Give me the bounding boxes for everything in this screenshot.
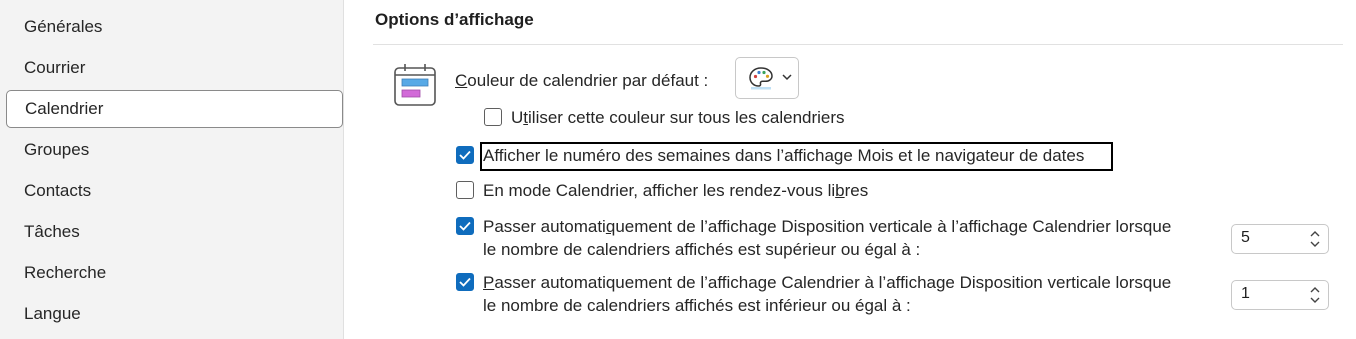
switch-to-vertical-label-line2: le nombre de calendriers affichés est in…: [483, 296, 911, 315]
sidebar-item-contacts[interactable]: Contacts: [6, 172, 343, 210]
palette-icon: [749, 67, 773, 90]
switch-to-vertical-label-line1: Passer automatiquement de l’affichage Ca…: [483, 273, 1172, 292]
sidebar-item-generales[interactable]: Générales: [6, 8, 343, 46]
sidebar-item-label: Recherche: [24, 263, 107, 282]
calendar-color-dropdown[interactable]: [735, 57, 799, 99]
switch-to-vertical-checkbox[interactable]: [456, 273, 474, 291]
sidebar-item-label: Générales: [24, 17, 103, 36]
show-free-appointments-checkbox[interactable]: [456, 181, 474, 199]
switch-to-vertical-spinner[interactable]: 1: [1231, 280, 1329, 310]
sidebar-item-label: Courrier: [24, 58, 86, 77]
section-divider: [373, 44, 1343, 45]
use-color-all-label: Utiliser cette couleur sur tous les cale…: [511, 108, 845, 127]
options-sidebar: Générales Courrier Calendrier Groupes Co…: [0, 0, 344, 339]
spinner-arrows-icon[interactable]: [1308, 284, 1322, 306]
spinner-value: 5: [1241, 229, 1250, 246]
calendar-icon: [394, 64, 436, 106]
switch-to-calendar-label-line2: le nombre de calendriers affichés est su…: [483, 240, 921, 259]
chevron-down-icon: [782, 74, 792, 81]
checkmark-icon: [459, 277, 471, 287]
sidebar-item-label: Calendrier: [25, 99, 104, 118]
sidebar-item-label: Langue: [24, 304, 81, 323]
sidebar-item-langue[interactable]: Langue: [6, 295, 343, 333]
section-title: Options d’affichage: [375, 10, 534, 29]
sidebar-item-taches[interactable]: Tâches: [6, 213, 343, 251]
switch-to-calendar-label-line1: Passer automatiquement de l’affichage Di…: [483, 217, 1172, 236]
spinner-arrows-icon[interactable]: [1308, 228, 1322, 250]
show-week-numbers-checkbox[interactable]: [456, 146, 474, 164]
sidebar-item-label: Groupes: [24, 140, 90, 159]
spinner-value: 1: [1241, 285, 1250, 302]
switch-to-calendar-checkbox[interactable]: [456, 217, 474, 235]
default-color-label: Couleur de calendrier par défaut :: [455, 71, 709, 90]
show-week-numbers-label: Afficher le numéro des semaines dans l’a…: [483, 146, 1085, 165]
sidebar-item-recherche[interactable]: Recherche: [6, 254, 343, 292]
switch-to-calendar-spinner[interactable]: 5: [1231, 224, 1329, 254]
sidebar-item-groupes[interactable]: Groupes: [6, 131, 343, 169]
checkmark-icon: [459, 221, 471, 231]
checkmark-icon: [459, 150, 471, 160]
sidebar-item-calendrier[interactable]: Calendrier: [6, 90, 343, 128]
show-free-appointments-label: En mode Calendrier, afficher les rendez-…: [483, 181, 869, 200]
sidebar-item-courrier[interactable]: Courrier: [6, 49, 343, 87]
sidebar-item-label: Contacts: [24, 181, 92, 200]
sidebar-item-label: Tâches: [24, 222, 80, 241]
use-color-all-checkbox[interactable]: [484, 108, 502, 126]
